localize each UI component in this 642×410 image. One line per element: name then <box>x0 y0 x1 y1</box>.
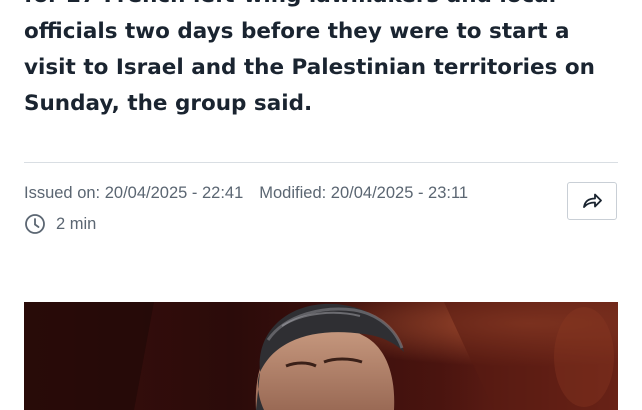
share-arrow-icon <box>583 193 602 208</box>
article-lede: for 27 French left-wing lawmakers and lo… <box>24 0 595 116</box>
read-time: 2 min <box>24 213 96 235</box>
modified-date: Modified: 20/04/2025 - 23:11 <box>259 184 469 202</box>
photo-image <box>24 302 618 410</box>
article-dates: Issued on: 20/04/2025 - 22:41 Modified: 2… <box>24 184 468 203</box>
share-button[interactable] <box>567 182 617 220</box>
article-photo[interactable] <box>24 302 618 410</box>
issued-date: Issued on: 20/04/2025 - 22:41 <box>24 184 244 202</box>
clock-icon <box>25 214 45 234</box>
read-time-label: 2 min <box>56 214 97 233</box>
divider <box>24 162 618 163</box>
